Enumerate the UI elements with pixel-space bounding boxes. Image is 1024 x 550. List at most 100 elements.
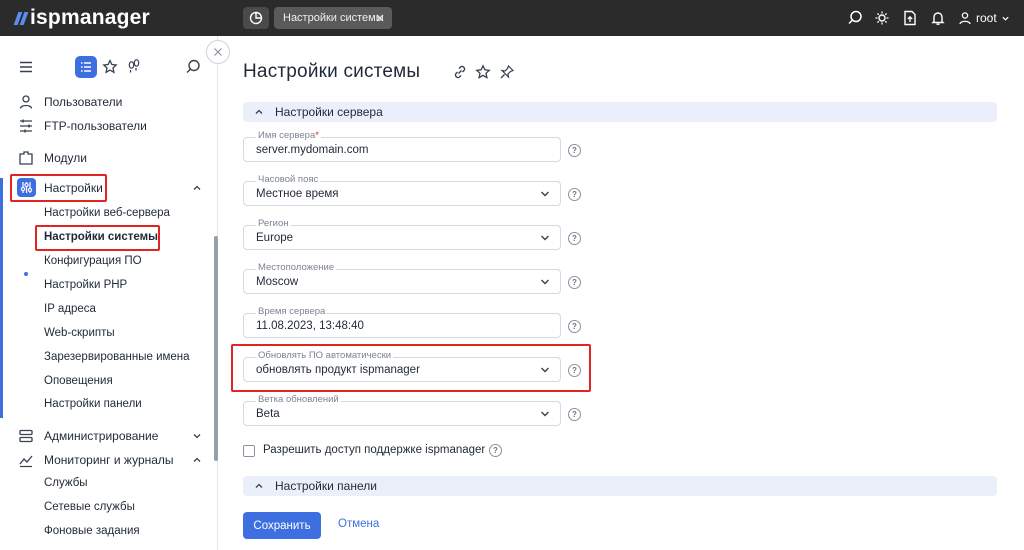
sidebar: Пользователи FTP-пользователи Модули Нас… — [0, 36, 218, 550]
sidebar-item-ftp-users[interactable]: FTP-пользователи — [0, 116, 210, 136]
chevron-up-icon — [255, 109, 263, 114]
top-bar: ispmanager Настройки системы root — [0, 0, 1024, 36]
chevron-down-icon — [541, 279, 549, 285]
sidebar-subitem-services[interactable]: Службы — [44, 477, 88, 489]
chevron-up-icon[interactable] — [191, 182, 203, 194]
dashboard-button[interactable] — [243, 7, 269, 29]
theme-sun-icon[interactable] — [874, 9, 890, 27]
sidebar-subitem-network-services[interactable]: Сетевые службы — [44, 501, 135, 513]
field-value: Местное время — [256, 188, 339, 200]
user-icon — [19, 95, 33, 109]
help-icon[interactable]: ? — [568, 320, 581, 333]
chevron-down-icon — [541, 411, 549, 417]
server-name-field[interactable]: Имя сервера* server.mydomain.com — [243, 130, 561, 162]
sidebar-subitem-webserver-settings[interactable]: Настройки веб-сервера — [44, 207, 170, 219]
cancel-button[interactable]: Отмена — [338, 518, 379, 530]
field-value: Beta — [256, 408, 280, 420]
field-label: Обновлять ПО автоматически — [256, 350, 394, 361]
sidebar-subitem-panel-settings[interactable]: Настройки панели — [44, 398, 142, 410]
list-icon — [81, 62, 91, 72]
pie-chart-icon — [249, 11, 263, 25]
help-icon[interactable]: ? — [568, 276, 581, 289]
page-title: Настройки системы — [243, 61, 421, 82]
active-section-indicator — [0, 178, 3, 418]
sidebar-subitem-php-settings[interactable]: Настройки PHP — [44, 279, 127, 291]
support-access-label[interactable]: Разрешить доступ поддержке ispmanager — [263, 444, 485, 456]
help-icon[interactable]: ? — [568, 364, 581, 377]
location-select[interactable]: Местоположение Moscow — [243, 262, 561, 294]
pin-icon[interactable] — [499, 64, 515, 80]
sidebar-item-label: Пользователи — [44, 95, 123, 109]
sidebar-subitem-reserved-names[interactable]: Зарезервированные имена — [44, 351, 190, 363]
field-value: Europe — [256, 232, 294, 244]
field-value: 11.08.2023, 13:48:40 — [256, 320, 364, 332]
user-icon — [959, 12, 971, 25]
help-icon[interactable]: ? — [568, 144, 581, 157]
sidebar-subitem-background-tasks[interactable]: Фоновые задания — [44, 525, 140, 537]
favorite-star-icon[interactable] — [475, 64, 491, 80]
modules-icon — [19, 151, 33, 165]
ftp-icon — [20, 119, 32, 133]
search-icon[interactable] — [847, 9, 863, 27]
favorites-star-icon[interactable] — [102, 58, 118, 76]
user-name: root — [976, 11, 997, 25]
menu-search-icon[interactable] — [185, 58, 201, 76]
sidebar-subitem-ip-addresses[interactable]: IP адреса — [44, 303, 96, 315]
sidebar-item-label: Мониторинг и журналы — [44, 453, 174, 467]
sidebar-subitem-software-config[interactable]: Конфигурация ПО — [44, 255, 142, 267]
field-label: Время сервера — [256, 306, 328, 317]
help-icon[interactable]: ? — [568, 408, 581, 421]
field-value: server.mydomain.com — [256, 144, 369, 156]
monitoring-chart-icon — [19, 455, 33, 468]
update-branch-select[interactable]: Ветка обновлений Beta — [243, 394, 561, 426]
current-item-dot — [24, 272, 28, 276]
close-tab-icon[interactable] — [374, 12, 386, 24]
section-title: Настройки панели — [275, 479, 377, 493]
chevron-down-icon[interactable] — [191, 430, 203, 442]
help-icon[interactable]: ? — [568, 188, 581, 201]
footsteps-icon[interactable] — [126, 58, 142, 76]
sidebar-item-label: FTP-пользователи — [44, 119, 147, 133]
region-select[interactable]: Регион Europe — [243, 218, 561, 250]
hamburger-menu-icon[interactable] — [18, 58, 34, 76]
file-upload-icon[interactable] — [902, 9, 918, 27]
sidebar-item-users[interactable]: Пользователи — [0, 92, 210, 112]
timezone-select[interactable]: Часовой пояс Местное время — [243, 174, 561, 206]
field-label: Регион — [256, 218, 291, 229]
sidebar-scrollbar[interactable] — [214, 236, 218, 461]
collapse-sidebar-button[interactable] — [206, 40, 230, 64]
administration-icon — [19, 429, 33, 443]
support-access-checkbox[interactable] — [243, 445, 255, 457]
server-time-field[interactable]: Время сервера 11.08.2023, 13:48:40 — [243, 306, 561, 338]
chevron-down-icon — [541, 235, 549, 241]
sidebar-item-label: Модули — [44, 151, 87, 165]
close-icon — [214, 48, 222, 56]
chevron-down-icon — [541, 191, 549, 197]
tab-system-settings[interactable]: Настройки системы — [274, 7, 392, 29]
tab-label: Настройки системы — [283, 12, 384, 24]
chevron-down-icon — [1002, 16, 1009, 21]
sidebar-subitem-notifications[interactable]: Оповещения — [44, 375, 113, 387]
chevron-up-icon[interactable] — [191, 454, 203, 466]
menu-view-list-button[interactable] — [75, 56, 97, 78]
sidebar-subitem-web-scripts[interactable]: Web-скрипты — [44, 327, 115, 339]
notifications-bell-icon[interactable] — [930, 9, 946, 27]
field-label: Имя сервера* — [256, 130, 321, 141]
field-label: Часовой пояс — [256, 174, 321, 185]
logo-text: ispmanager — [30, 6, 150, 29]
help-icon[interactable]: ? — [568, 232, 581, 245]
sidebar-item-modules[interactable]: Модули — [0, 148, 210, 168]
section-server-settings[interactable]: Настройки сервера — [243, 102, 997, 122]
sidebar-item-administration[interactable]: Администрирование — [0, 426, 210, 446]
user-menu[interactable]: root — [958, 9, 1010, 27]
section-panel-settings[interactable]: Настройки панели — [243, 476, 997, 496]
section-title: Настройки сервера — [275, 105, 383, 119]
save-button[interactable]: Сохранить — [243, 512, 321, 539]
chevron-up-icon — [255, 483, 263, 488]
sidebar-item-monitoring[interactable]: Мониторинг и журналы — [0, 450, 210, 470]
auto-update-select[interactable]: Обновлять ПО автоматически обновлять про… — [243, 350, 561, 382]
link-icon[interactable] — [452, 64, 468, 80]
logo[interactable]: ispmanager — [13, 6, 150, 30]
help-icon[interactable]: ? — [489, 444, 502, 457]
required-mark: * — [315, 130, 319, 141]
